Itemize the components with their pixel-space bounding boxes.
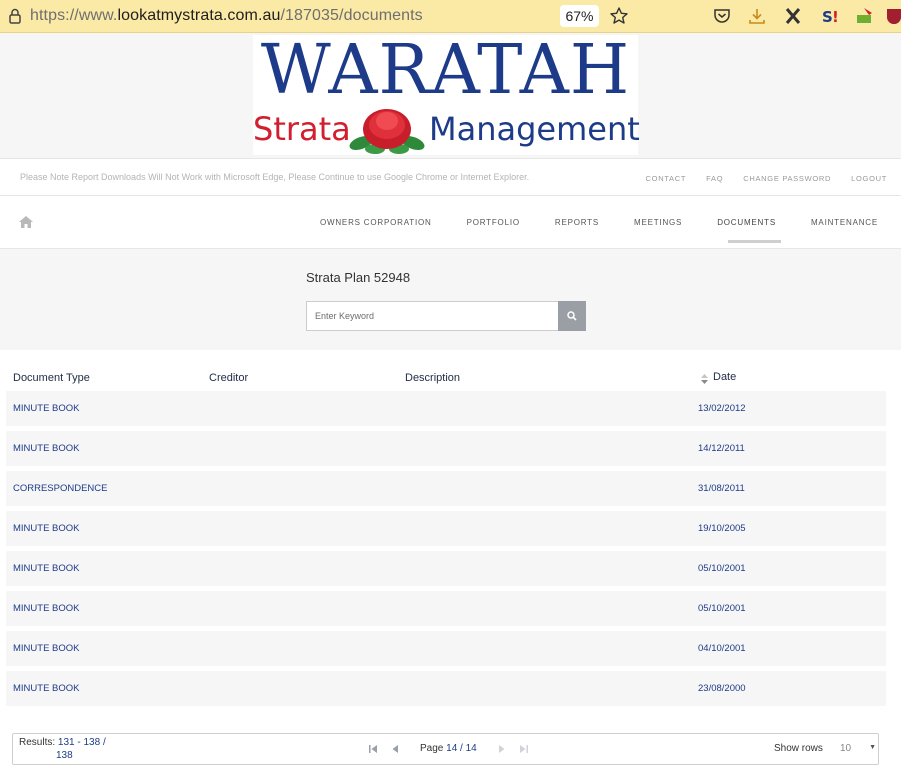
document-type-cell: MINUTE BOOK [13,683,80,694]
pocket-icon[interactable] [712,6,732,26]
table-row[interactable]: MINUTE BOOK 14/12/2011 [6,431,886,466]
zoom-level-button[interactable]: 67% [560,5,599,27]
results-total: 138 [56,750,73,761]
pdf-extension-icon[interactable] [855,6,875,26]
change-password-link[interactable]: CHANGE PASSWORD [743,174,831,183]
table-row[interactable]: MINUTE BOOK 19/10/2005 [6,511,886,546]
search-panel: Strata Plan 52948 [0,249,901,350]
document-type-cell: MINUTE BOOK [13,443,80,454]
document-type-cell: MINUTE BOOK [13,563,80,574]
main-nav: OWNERS CORPORATION PORTFOLIO REPORTS MEE… [0,196,901,249]
nav-portfolio[interactable]: PORTFOLIO [467,218,520,227]
page-controls: Page 14 / 14 [368,743,529,754]
documents-table-header: Document Type Creditor Description Date [6,360,886,390]
document-type-cell: MINUTE BOOK [13,603,80,614]
date-cell: 31/08/2011 [698,483,745,494]
url-path: /187035/documents [280,7,423,24]
top-links: CONTACT FAQ CHANGE PASSWORD LOGOUT [646,174,887,183]
document-type-cell: MINUTE BOOK [13,643,80,654]
page-label: Page [420,743,444,754]
pagination-bar: Results: 131 - 138 / 138 Page 14 / 14 Sh… [12,733,879,765]
contact-link[interactable]: CONTACT [646,174,687,183]
results-label: Results: [19,737,56,748]
chevron-down-icon: ▼ [869,744,876,751]
download-icon[interactable] [747,6,767,26]
date-cell: 14/12/2011 [698,443,745,454]
column-date[interactable]: Date [713,371,736,383]
extension-shield-icon[interactable] [885,6,901,26]
page-indicator: Page 14 / 14 [420,743,477,754]
nav-maintenance[interactable]: MAINTENANCE [811,218,878,227]
last-page-icon[interactable] [519,744,529,754]
nav-documents[interactable]: DOCUMENTS [717,218,776,227]
notice-bar: Please Note Report Downloads Will Not Wo… [0,158,901,196]
table-row[interactable]: MINUTE BOOK 13/02/2012 [6,391,886,426]
next-page-icon[interactable] [497,744,507,754]
table-row[interactable]: MINUTE BOOK 05/10/2001 [6,591,886,626]
show-rows-label: Show rows [774,743,823,754]
rows-per-page-select[interactable]: 10 ▼ [840,743,876,754]
results-range: 131 - 138 / [57,737,106,748]
document-type-cell: MINUTE BOOK [13,523,80,534]
page-value: 14 / 14 [446,743,477,754]
documents-table-body: MINUTE BOOK 13/02/2012 MINUTE BOOK 14/12… [6,391,886,711]
browser-toolbar: https://www.lookatmystrata.com.au/187035… [0,0,901,33]
first-page-icon[interactable] [368,744,378,754]
document-type-cell: MINUTE BOOK [13,403,80,414]
faq-link[interactable]: FAQ [706,174,723,183]
header-logo-area: WARATAH Strata Management [0,31,901,158]
logout-link[interactable]: LOGOUT [851,174,887,183]
date-cell: 05/10/2001 [698,563,746,574]
lock-icon [9,8,21,24]
sort-icon[interactable] [701,374,708,384]
bookmark-star-icon[interactable] [609,6,629,26]
column-document-type[interactable]: Document Type [13,372,90,384]
active-tab-indicator [728,240,781,243]
browser-notice: Please Note Report Downloads Will Not Wo… [20,172,530,182]
url-scheme: https://www. [30,7,118,24]
table-row[interactable]: MINUTE BOOK 04/10/2001 [6,631,886,666]
waratah-flower-icon [349,109,425,154]
nav-items: OWNERS CORPORATION PORTFOLIO REPORTS MEE… [320,218,878,227]
search-button[interactable] [558,301,586,331]
strata-plan-title: Strata Plan 52948 [306,270,411,285]
address-bar[interactable]: https://www.lookatmystrata.com.au/187035… [30,7,423,25]
date-cell: 13/02/2012 [698,403,746,414]
date-cell: 19/10/2005 [698,523,746,534]
results-summary: Results: 131 - 138 / 138 [19,736,119,762]
url-host: lookatmystrata.com.au [117,7,281,24]
rows-per-page-value: 10 [840,743,852,754]
date-cell: 04/10/2001 [698,643,746,654]
logo-title: WARATAH [260,31,631,110]
keyword-search-input[interactable] [306,301,559,331]
nav-reports[interactable]: REPORTS [555,218,599,227]
logo-strata-text: Strata [253,110,351,148]
column-description[interactable]: Description [405,372,460,384]
document-type-cell: CORRESPONDENCE [13,483,108,494]
logo-management-text: Management [429,110,640,148]
extension-s-icon[interactable]: S ! [820,6,840,26]
table-row[interactable]: MINUTE BOOK 05/10/2001 [6,551,886,586]
nav-meetings[interactable]: MEETINGS [634,218,682,227]
extension-x-icon[interactable] [783,6,803,26]
nav-owners-corporation[interactable]: OWNERS CORPORATION [320,218,432,227]
date-cell: 23/08/2000 [698,683,746,694]
table-row[interactable]: CORRESPONDENCE 31/08/2011 [6,471,886,506]
column-creditor[interactable]: Creditor [209,372,248,384]
search-icon [567,311,577,321]
previous-page-icon[interactable] [390,744,400,754]
home-icon[interactable] [19,216,33,228]
date-cell: 05/10/2001 [698,603,746,614]
table-row[interactable]: MINUTE BOOK 23/08/2000 [6,671,886,706]
svg-text:!: ! [832,8,839,26]
company-logo[interactable]: WARATAH Strata Management [253,31,640,155]
